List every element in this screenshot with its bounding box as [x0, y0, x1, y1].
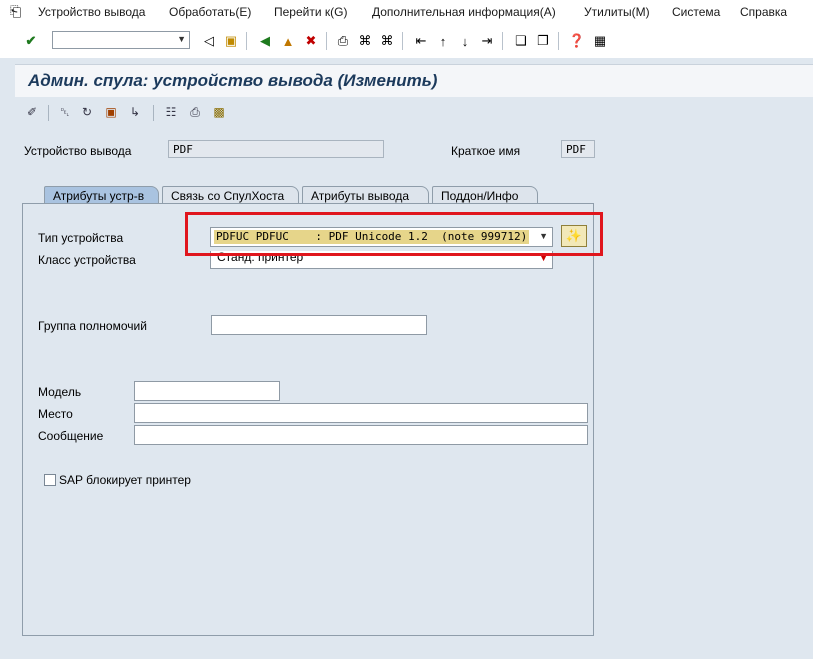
transfer-icon[interactable]: ↳: [127, 104, 143, 120]
menu-goto[interactable]: Перейти к(G): [274, 5, 347, 19]
short-name-label: Краткое имя: [451, 144, 521, 158]
highlight-box: [185, 212, 603, 256]
location-label: Место: [38, 407, 73, 421]
back-arrow-icon[interactable]: ◁: [200, 32, 218, 50]
display-change-icon[interactable]: ✐: [24, 104, 40, 120]
copy-icon[interactable]: ↻: [79, 104, 95, 120]
menu-extras[interactable]: Дополнительная информация(A): [372, 5, 556, 19]
device-class-label: Класс устройства: [38, 253, 136, 267]
transport-icon[interactable]: ▣: [103, 104, 119, 120]
shortcut-icon[interactable]: ❐: [534, 32, 552, 50]
menu-edit[interactable]: Обработать(E): [169, 5, 251, 19]
auth-group-input[interactable]: [211, 315, 427, 335]
message-label: Сообщение: [38, 429, 104, 443]
command-field[interactable]: ▼: [52, 31, 190, 49]
next-page-icon[interactable]: ↓: [456, 32, 474, 50]
print-icon[interactable]: ⎙: [334, 32, 352, 50]
exit-icon[interactable]: ▲: [279, 32, 297, 50]
standard-toolbar: ✔ ▼ ◁ ▣ ◀ ▲ ✖ ⎙ ⌘ ⌘ ⇤ ↑ ↓ ⇥ ❑ ❐ ❓ ▦: [0, 24, 813, 59]
title-bar: Админ. спула: устройство вывода (Изменит…: [15, 64, 813, 98]
system-menu-icon[interactable]: ⎗: [10, 3, 21, 20]
application-toolbar: ✐ ␡ ↻ ▣ ↳ ☷ ⎙ ▩: [15, 97, 813, 127]
previous-page-icon[interactable]: ↑: [434, 32, 452, 50]
cancel-icon[interactable]: ✖: [302, 32, 320, 50]
last-page-icon[interactable]: ⇥: [478, 32, 496, 50]
save-icon[interactable]: ▣: [222, 32, 240, 50]
model-label: Модель: [38, 385, 82, 399]
sap-lock-checkbox[interactable]: [44, 474, 56, 486]
output-device-field: PDF: [168, 140, 384, 158]
layout-menu-icon[interactable]: ▦: [591, 32, 609, 50]
find-next-icon[interactable]: ⌘: [378, 32, 396, 50]
printer-icon[interactable]: ⎙: [187, 104, 203, 120]
tab-output-attributes[interactable]: Атрибуты вывода: [302, 186, 429, 204]
model-input[interactable]: [134, 381, 280, 401]
find-icon[interactable]: ⌘: [356, 32, 374, 50]
menu-system[interactable]: Система: [672, 5, 720, 19]
document-icon[interactable]: ☷: [163, 104, 179, 120]
menu-utilities[interactable]: Утилиты(M): [584, 5, 650, 19]
help-icon[interactable]: ❓: [568, 32, 586, 50]
first-page-icon[interactable]: ⇤: [412, 32, 430, 50]
auth-group-label: Группа полномочий: [38, 319, 147, 333]
menu-bar: ⎗ Устройство вывода Обработать(E) Перейт…: [0, 0, 813, 24]
back-icon[interactable]: ◀: [256, 32, 274, 50]
short-name-field: PDF: [561, 140, 595, 158]
delete-icon[interactable]: ␡: [57, 104, 73, 120]
enter-checkmark-icon[interactable]: ✔: [22, 32, 40, 50]
message-input[interactable]: [134, 425, 588, 445]
page-title: Админ. спула: устройство вывода (Изменит…: [28, 71, 438, 90]
menu-help[interactable]: Справка: [740, 5, 787, 19]
menu-output-device[interactable]: Устройство вывода: [38, 5, 145, 19]
settings-icon[interactable]: ▩: [211, 104, 227, 120]
tab-tray-info[interactable]: Поддон/Инфо: [432, 186, 538, 204]
new-session-icon[interactable]: ❑: [512, 32, 530, 50]
device-type-label: Тип устройства: [38, 231, 124, 245]
chevron-down-icon[interactable]: ▼: [177, 34, 186, 44]
sap-lock-label: SAP блокирует принтер: [59, 473, 191, 487]
location-input[interactable]: [134, 403, 588, 423]
output-device-label: Устройство вывода: [24, 144, 132, 158]
tab-host-spool-connection[interactable]: Связь со СпулХоста: [162, 186, 299, 204]
